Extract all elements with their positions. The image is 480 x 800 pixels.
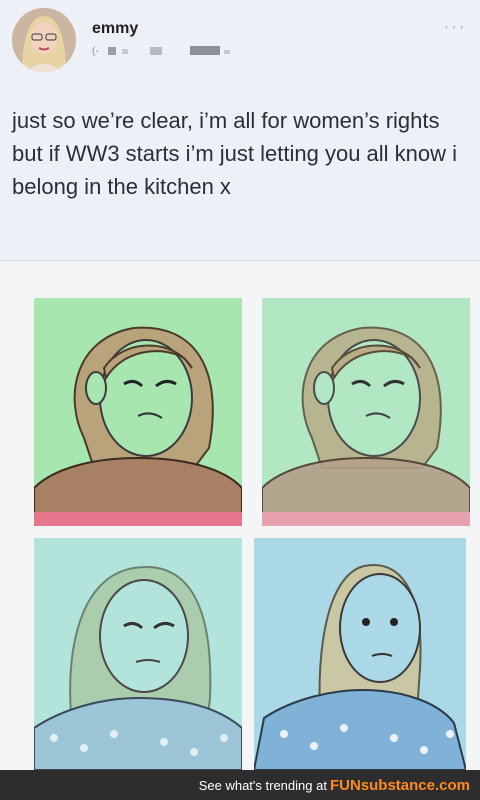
post-header: emmy (- ···	[0, 0, 480, 90]
meme-panel-bottom-left	[34, 538, 242, 770]
avatar[interactable]	[12, 8, 76, 72]
avatar-image	[12, 8, 76, 72]
username[interactable]: emmy	[92, 20, 138, 38]
meme-panel-top-left	[34, 298, 242, 526]
meme-image	[0, 262, 480, 770]
more-dots-icon[interactable]: ···	[443, 16, 466, 39]
handle-blurred: (-	[92, 44, 252, 58]
handle-partial: (-	[92, 46, 99, 57]
post-text: just so we’re clear, i’m all for women’s…	[12, 108, 458, 199]
footer-brand[interactable]: FUNsubstance.com	[330, 777, 470, 794]
divider	[0, 260, 480, 261]
footer-text: See what's trending at	[198, 777, 327, 793]
meme-panel-top-right	[262, 298, 470, 526]
meme-panel-bottom-right	[254, 538, 466, 770]
footer-banner[interactable]: See what's trending at FUNsubstance.com	[0, 770, 480, 800]
